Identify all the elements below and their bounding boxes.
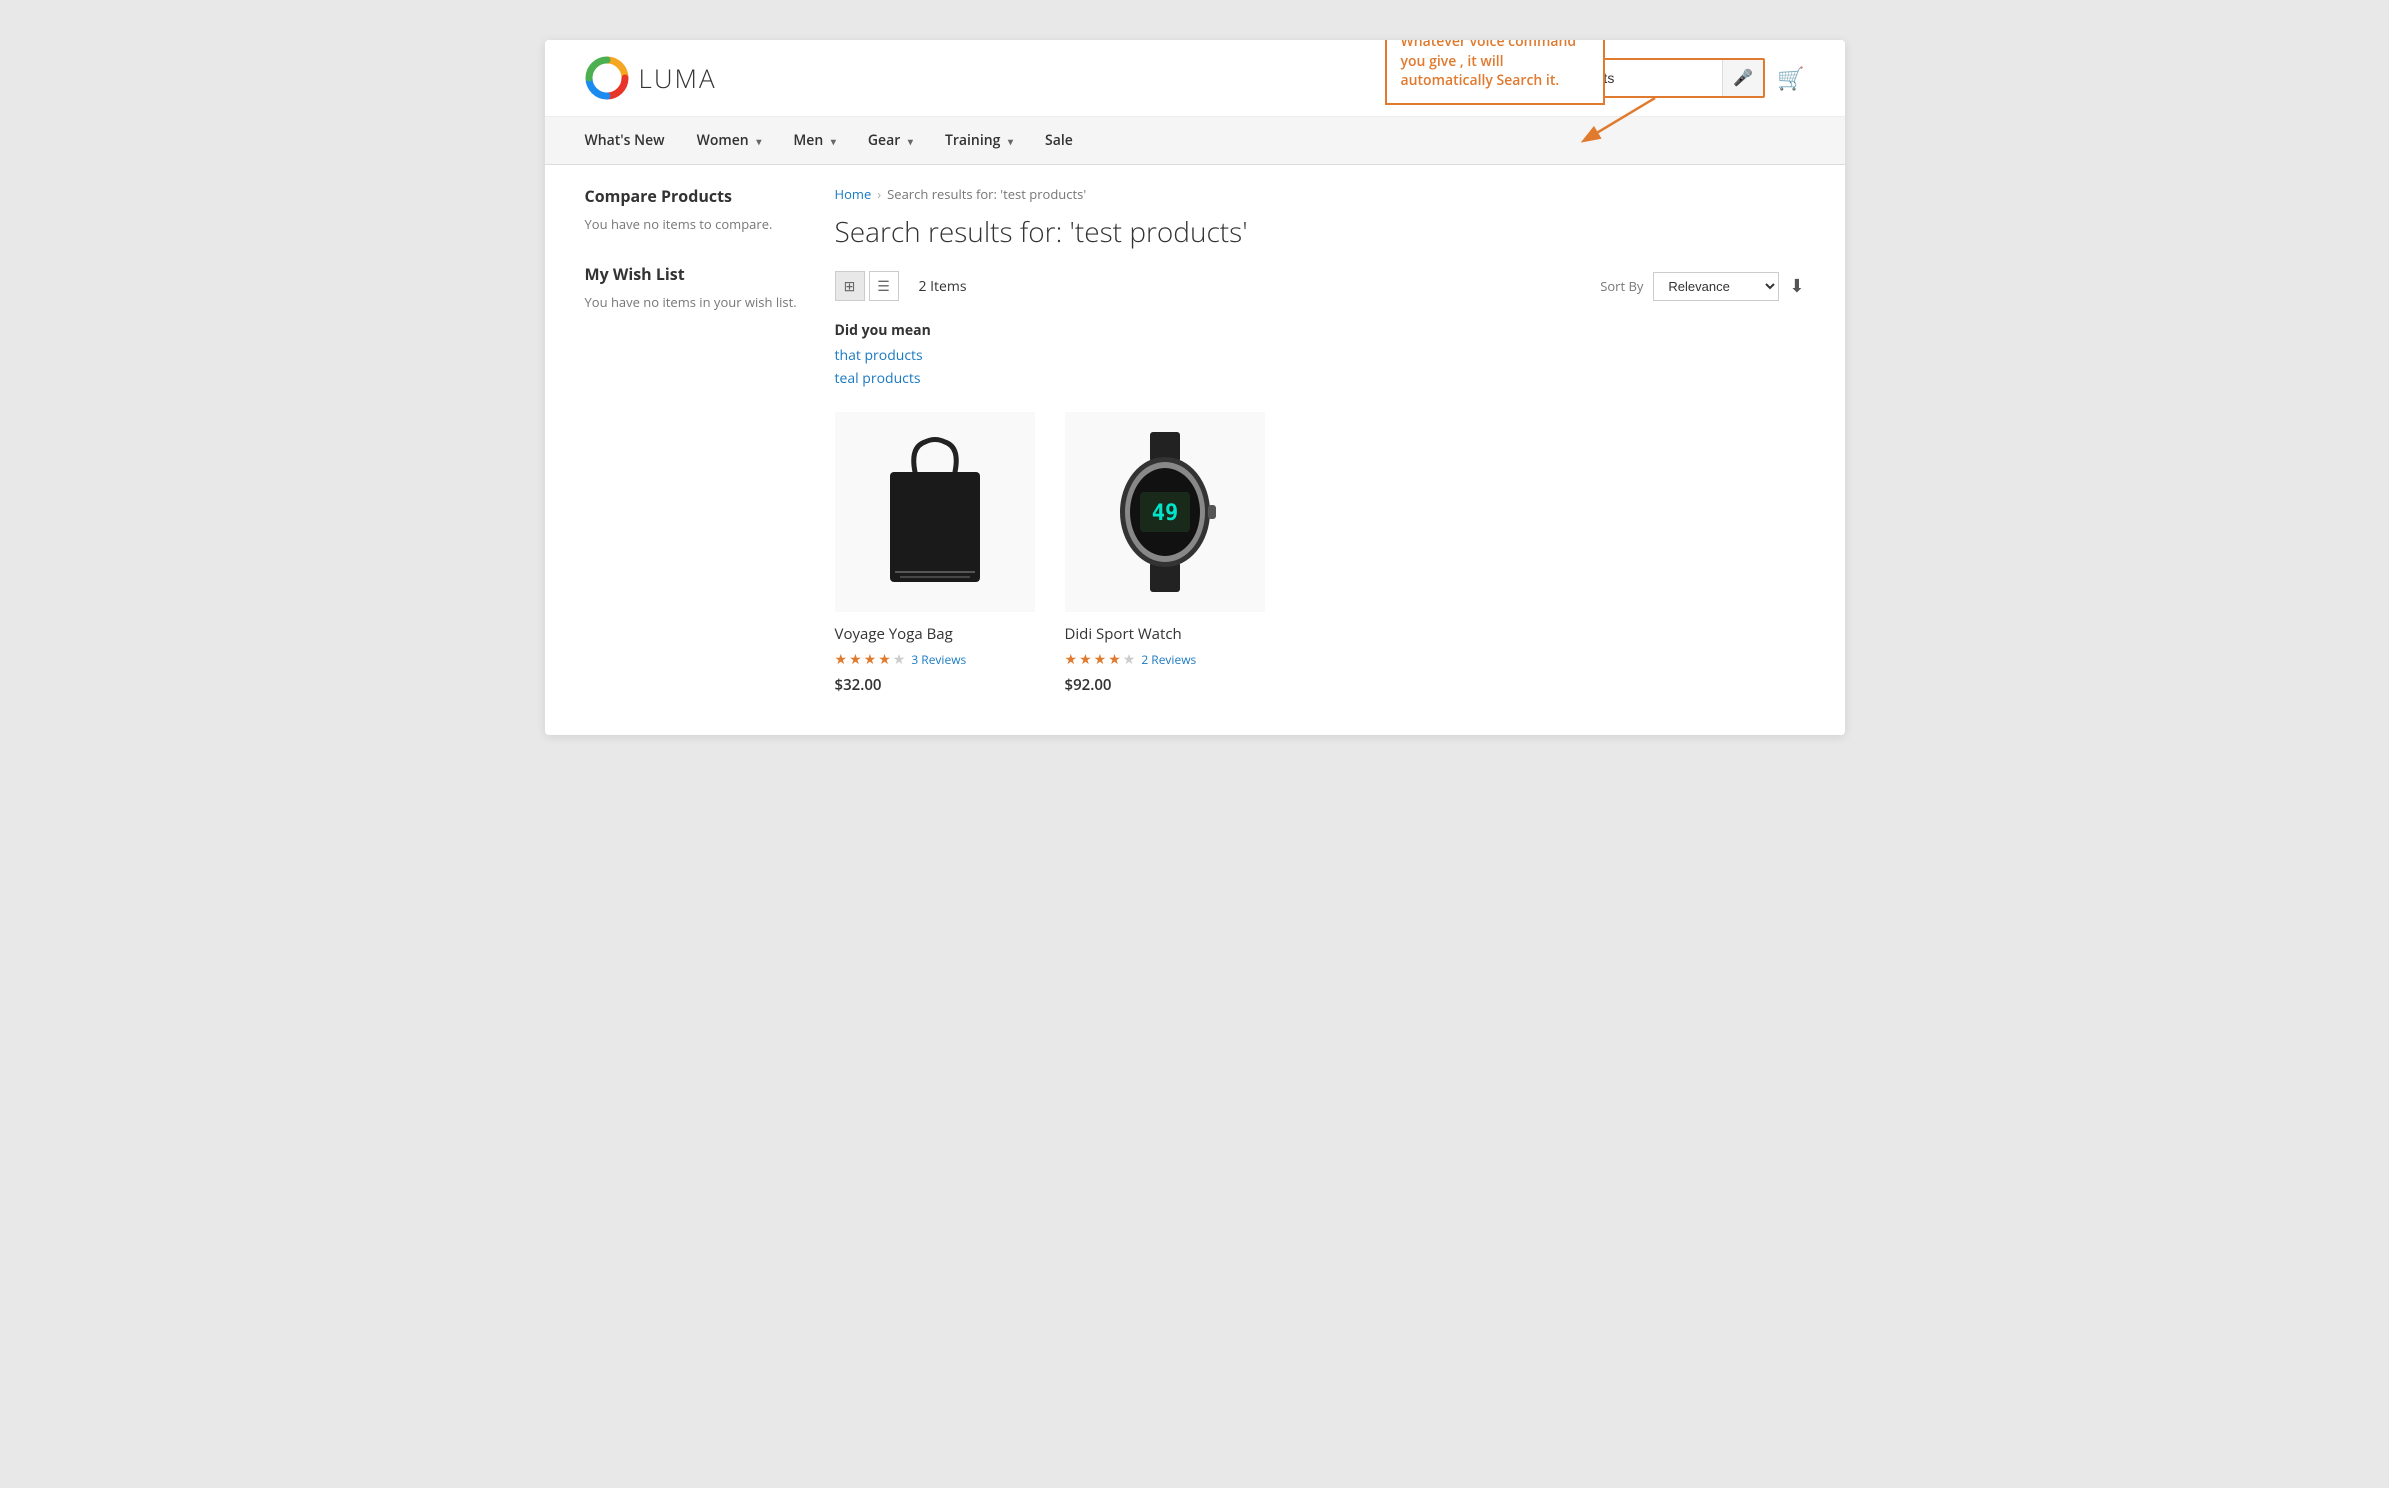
- breadcrumb-current: Search results for: 'test products': [887, 185, 1086, 203]
- sort-select[interactable]: Relevance Price Product Name Position: [1653, 272, 1779, 301]
- logo-text: LUMA: [639, 60, 717, 96]
- header: LUMA Whatever voice command you give , i…: [545, 40, 1845, 117]
- content-area: Home › Search results for: 'test product…: [835, 185, 1805, 695]
- list-view-button[interactable]: ☰: [869, 271, 899, 301]
- sort-direction-icon[interactable]: ⬇: [1789, 274, 1804, 298]
- breadcrumb-separator: ›: [877, 185, 881, 203]
- grid-view-button[interactable]: ⊞: [835, 271, 865, 301]
- svg-text:49: 49: [1151, 501, 1178, 526]
- nav-item-whats-new[interactable]: What's New: [585, 117, 681, 164]
- sidebar: Compare Products You have no items to co…: [585, 185, 805, 695]
- chevron-down-icon: ▾: [1008, 134, 1013, 148]
- didi-sport-watch-image: 49: [1095, 427, 1235, 597]
- product-rating-didi-sport-watch: ★ ★ ★ ★ ★ 2 Reviews: [1065, 650, 1265, 669]
- didi-sport-watch-reviews[interactable]: 2 Reviews: [1141, 651, 1196, 668]
- voyage-yoga-bag-image: [870, 427, 1000, 597]
- compare-products-text: You have no items to compare.: [585, 215, 805, 233]
- suggestion-that-products[interactable]: that products: [835, 346, 1805, 365]
- toolbar-right: Sort By Relevance Price Product Name Pos…: [1600, 272, 1804, 301]
- mic-button[interactable]: 🎤: [1722, 60, 1763, 96]
- main-content: Compare Products You have no items to co…: [545, 165, 1845, 735]
- product-name-didi-sport-watch: Didi Sport Watch: [1065, 624, 1265, 644]
- page-title: Search results for: 'test products': [835, 213, 1805, 251]
- chevron-down-icon: ▾: [908, 134, 913, 148]
- product-name-voyage-yoga-bag: Voyage Yoga Bag: [835, 624, 1035, 644]
- toolbar: ⊞ ☰ 2 Items Sort By Relevance Price Prod…: [835, 271, 1805, 301]
- annotation-arrow-icon: [1575, 88, 1685, 148]
- nav-item-gear[interactable]: Gear ▾: [852, 117, 929, 164]
- view-buttons: ⊞ ☰: [835, 271, 899, 301]
- annotation-box: Whatever voice command you give , it wil…: [1385, 40, 1605, 105]
- did-you-mean-section: Did you mean that products teal products: [835, 321, 1805, 388]
- breadcrumb-home[interactable]: Home: [835, 185, 872, 203]
- product-image-didi-sport-watch: 49: [1065, 412, 1265, 612]
- page-wrapper: LUMA Whatever voice command you give , i…: [545, 40, 1845, 735]
- cart-icon[interactable]: 🛒: [1777, 63, 1804, 93]
- did-you-mean-label: Did you mean: [835, 321, 1805, 340]
- product-price-voyage-yoga-bag: $32.00: [835, 675, 1035, 695]
- nav-item-sale[interactable]: Sale: [1029, 117, 1089, 164]
- breadcrumb: Home › Search results for: 'test product…: [835, 185, 1805, 203]
- product-card-didi-sport-watch[interactable]: 49 Didi Sport Watch ★ ★ ★ ★ ★ 2 Reviews: [1065, 412, 1265, 695]
- chevron-down-icon: ▾: [756, 134, 761, 148]
- product-card-voyage-yoga-bag[interactable]: Voyage Yoga Bag ★ ★ ★ ★ ★ 3 Reviews $32.…: [835, 412, 1035, 695]
- annotation-text: Whatever voice command you give , it wil…: [1401, 40, 1577, 90]
- toolbar-left: ⊞ ☰ 2 Items: [835, 271, 967, 301]
- nav-item-men[interactable]: Men ▾: [777, 117, 852, 164]
- wish-list-text: You have no items in your wish list.: [585, 293, 805, 311]
- product-image-voyage-yoga-bag: [835, 412, 1035, 612]
- luma-logo-icon: [585, 56, 629, 100]
- voyage-yoga-bag-reviews[interactable]: 3 Reviews: [911, 651, 966, 668]
- header-right: Whatever voice command you give , it wil…: [1520, 58, 1804, 98]
- logo-area: LUMA: [585, 56, 717, 100]
- sort-label: Sort By: [1600, 277, 1643, 295]
- wish-list-section: My Wish List You have no items in your w…: [585, 263, 805, 311]
- product-price-didi-sport-watch: $92.00: [1065, 675, 1265, 695]
- nav-item-training[interactable]: Training ▾: [929, 117, 1029, 164]
- suggestion-teal-products[interactable]: teal products: [835, 369, 1805, 388]
- wish-list-title: My Wish List: [585, 263, 805, 285]
- nav-item-women[interactable]: Women ▾: [681, 117, 778, 164]
- product-rating-voyage-yoga-bag: ★ ★ ★ ★ ★ 3 Reviews: [835, 650, 1035, 669]
- compare-products-section: Compare Products You have no items to co…: [585, 185, 805, 233]
- products-grid: Voyage Yoga Bag ★ ★ ★ ★ ★ 3 Reviews $32.…: [835, 412, 1805, 695]
- item-count: 2 Items: [919, 277, 967, 296]
- chevron-down-icon: ▾: [831, 134, 836, 148]
- compare-products-title: Compare Products: [585, 185, 805, 207]
